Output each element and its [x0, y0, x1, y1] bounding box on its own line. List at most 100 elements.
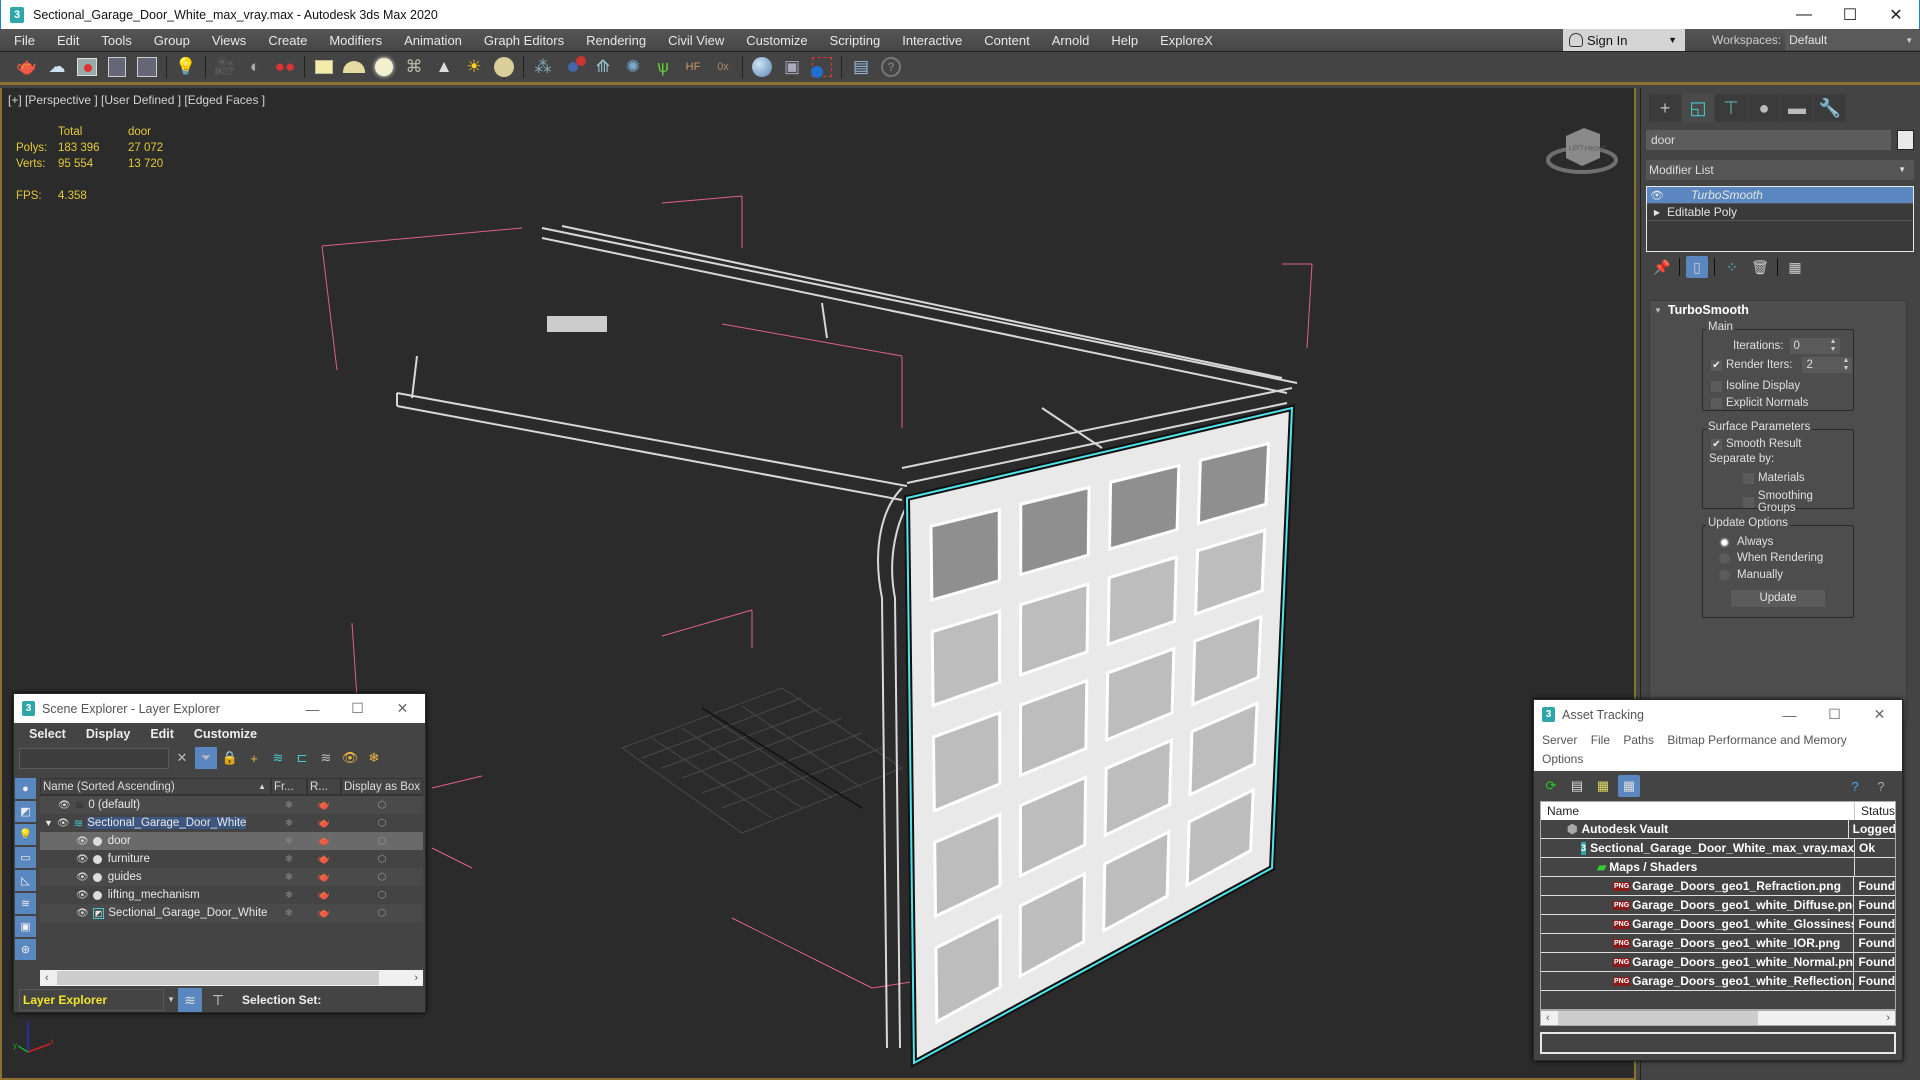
menu-content[interactable]: Content: [973, 33, 1041, 48]
menu-help[interactable]: Help: [1100, 33, 1149, 48]
display-shapes-icon[interactable]: ◩: [15, 801, 36, 822]
asset-row[interactable]: 3 Sectional_Garage_Door_White_max_vray.ma…: [1541, 839, 1895, 858]
menu-display[interactable]: Display: [76, 727, 140, 741]
teapot-icon[interactable]: 🫖: [14, 54, 40, 80]
create-layer-icon[interactable]: +: [243, 747, 265, 769]
clear-search-icon[interactable]: ✕: [171, 747, 193, 769]
help-icon[interactable]: ?: [878, 54, 904, 80]
refresh-icon[interactable]: ⟳: [1540, 775, 1562, 797]
renderable-icon[interactable]: 🫖: [307, 836, 341, 847]
help-icon[interactable]: ?: [1844, 775, 1866, 797]
menu-create[interactable]: Create: [257, 33, 318, 48]
table-view-icon[interactable]: ▦: [1618, 775, 1640, 797]
stack-item-turbosmooth[interactable]: 👁 TurboSmooth: [1647, 187, 1913, 204]
eye-icon[interactable]: 👁: [58, 800, 71, 811]
box-icon[interactable]: ⬡: [341, 836, 423, 847]
close-button[interactable]: ✕: [380, 694, 425, 723]
renderable-icon[interactable]: 🫖: [307, 890, 341, 901]
fur-icon[interactable]: [560, 54, 586, 80]
scroll-right-icon[interactable]: ›: [414, 972, 418, 984]
physical-camera-icon[interactable]: ◐: [242, 54, 268, 80]
column-name[interactable]: Name (Sorted Ascending) ▲: [40, 778, 271, 795]
scene-converter-icon[interactable]: ▤: [848, 54, 874, 80]
ambient-light-icon[interactable]: [491, 54, 517, 80]
display-tab[interactable]: ▬: [1781, 94, 1813, 122]
menu-paths[interactable]: Paths: [1623, 733, 1654, 747]
freeze-icon[interactable]: ❄: [271, 800, 307, 811]
sign-in-dropdown[interactable]: Sign In ▼: [1563, 29, 1685, 51]
asset-row[interactable]: ▰ Maps / Shaders: [1541, 858, 1895, 877]
menu-views[interactable]: Views: [201, 33, 257, 48]
asset-row[interactable]: PNG Garage_Doors_geo1_white_Normal.png Fou…: [1541, 953, 1895, 972]
view-cube[interactable]: LEFT FRONT: [1542, 118, 1622, 178]
menu-modifiers[interactable]: Modifiers: [318, 33, 393, 48]
select-layer-icon[interactable]: ⊏: [291, 747, 313, 769]
material-icon[interactable]: [749, 54, 775, 80]
eye-icon[interactable]: 👁: [76, 854, 89, 865]
rollout-header[interactable]: ▼ TurboSmooth: [1650, 301, 1906, 319]
sun-icon[interactable]: ☀: [461, 54, 487, 80]
minimize-button[interactable]: —: [290, 694, 335, 723]
tree-view-icon[interactable]: ▦: [1592, 775, 1614, 797]
eye-icon[interactable]: 👁: [76, 836, 89, 847]
update-button[interactable]: Update: [1731, 590, 1825, 607]
display-spacewarps-icon[interactable]: ≋: [15, 893, 36, 914]
freeze-icon[interactable]: ❄: [271, 908, 307, 919]
pin-stack-icon[interactable]: 📌: [1651, 256, 1673, 278]
scroll-left-icon[interactable]: ‹: [45, 972, 49, 984]
configure-modifier-sets-icon[interactable]: ▦: [1784, 256, 1806, 278]
asset-row[interactable]: PNG Garage_Doors_geo1_white_IOR.png Found: [1541, 934, 1895, 953]
sort-by-hierarchy-icon[interactable]: ⊤: [206, 988, 230, 1012]
explicit-normals-checkbox[interactable]: [1711, 397, 1722, 409]
sphere-light-icon[interactable]: [371, 54, 397, 80]
plane-light-icon[interactable]: [311, 54, 337, 80]
freeze-icon[interactable]: ❄: [271, 818, 307, 829]
asset-row[interactable]: PNG Garage_Doors_geo1_white_Diffuse.png Fo…: [1541, 896, 1895, 915]
spinner-arrows-icon[interactable]: ▲ ▼: [1830, 338, 1837, 354]
menu-file[interactable]: File: [1591, 733, 1610, 747]
display-lights-icon[interactable]: 💡: [15, 824, 36, 845]
eye-icon[interactable]: 👁: [76, 908, 89, 919]
menu-arnold[interactable]: Arnold: [1041, 33, 1101, 48]
hierarchy-tab[interactable]: ⊤: [1715, 94, 1747, 122]
ies-light-icon[interactable]: ▲: [431, 54, 457, 80]
box-icon[interactable]: ⬡: [341, 818, 423, 829]
eye-icon[interactable]: 👁: [76, 890, 89, 901]
iterations-spinner[interactable]: 0 ▲ ▼: [1789, 338, 1840, 354]
mesh-light-icon[interactable]: ⌘: [401, 54, 427, 80]
render-frame-icon[interactable]: [74, 54, 100, 80]
smooth-result-checkbox[interactable]: ✔: [1711, 438, 1722, 450]
freeze-icon[interactable]: ❄: [271, 836, 307, 847]
column-freeze[interactable]: Fr...: [271, 778, 307, 795]
grass-icon[interactable]: ѱ: [650, 54, 676, 80]
column-name[interactable]: Name: [1541, 802, 1855, 820]
box-icon[interactable]: ⬡: [341, 890, 423, 901]
render-settings-icon[interactable]: [134, 54, 160, 80]
freeze-icon[interactable]: ❄: [271, 854, 307, 865]
show-end-result-icon[interactable]: ▯: [1686, 256, 1708, 278]
whats-this-icon[interactable]: ?: [1870, 775, 1892, 797]
ox-icon[interactable]: 0x: [710, 54, 736, 80]
eye-icon[interactable]: 👁: [76, 872, 89, 883]
when-rendering-radio[interactable]: [1719, 552, 1730, 564]
remove-modifier-icon[interactable]: 🗑: [1749, 256, 1771, 278]
list-view-icon[interactable]: ▤: [1566, 775, 1588, 797]
menu-animation[interactable]: Animation: [393, 33, 473, 48]
layer-row[interactable]: ▼ 👁 ≋ Sectional_Garage_Door_White ❄ 🫖 ⬡: [40, 814, 423, 832]
maximize-button[interactable]: ☐: [335, 694, 380, 723]
layer-row[interactable]: 👁 ◩ Sectional_Garage_Door_White ❄ 🫖 ⬡: [40, 904, 423, 922]
box-icon[interactable]: ⬡: [341, 800, 423, 811]
renderable-icon[interactable]: 🫖: [307, 872, 341, 883]
horizontal-scrollbar[interactable]: ‹ ›: [1540, 1010, 1896, 1026]
object-color-swatch[interactable]: [1897, 130, 1914, 150]
dome-light-icon[interactable]: [341, 54, 367, 80]
proxy-icon[interactable]: ⁂: [530, 54, 556, 80]
layer-row[interactable]: 👁 ≋ 0 (default) ❄ 🫖 ⬡: [40, 796, 423, 814]
make-unique-icon[interactable]: ⁘: [1721, 256, 1743, 278]
column-display-as-box[interactable]: Display as Box: [341, 778, 423, 795]
displacement-icon[interactable]: ✺: [620, 54, 646, 80]
menu-rendering[interactable]: Rendering: [575, 33, 657, 48]
viewport-label[interactable]: [+] [Perspective ] [User Defined ] [Edge…: [8, 93, 265, 107]
renderable-icon[interactable]: 🫖: [307, 818, 341, 829]
menu-server[interactable]: Server: [1542, 733, 1577, 747]
